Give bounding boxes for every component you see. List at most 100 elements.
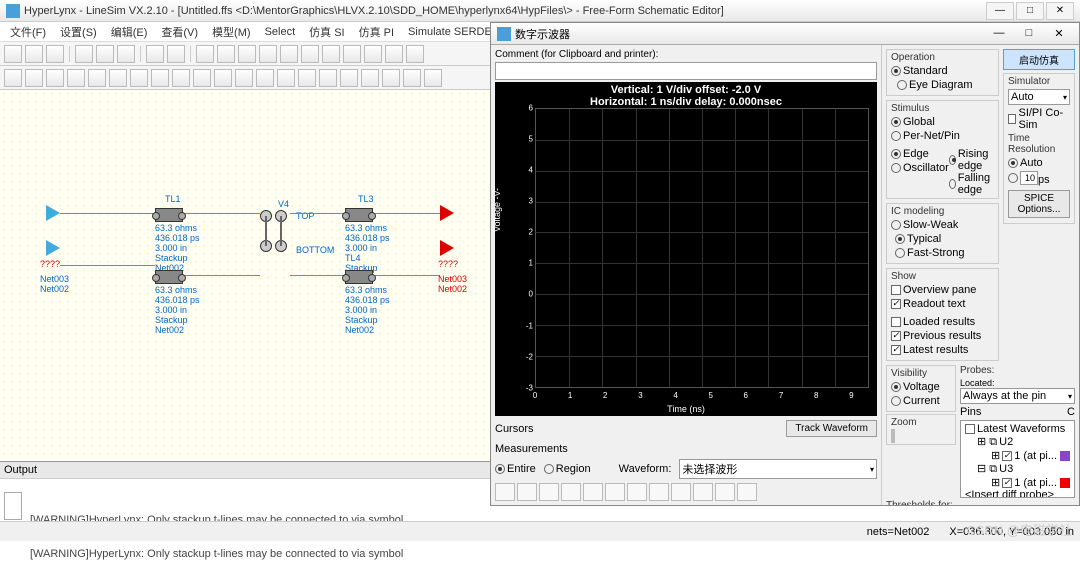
via-v4[interactable] [260, 210, 290, 255]
edge-radio[interactable]: Edge [891, 148, 929, 160]
tb-hand-icon[interactable] [424, 69, 442, 87]
tb-cut-icon[interactable] [75, 45, 93, 63]
meas-eye-icon[interactable] [693, 483, 713, 501]
meas-under-icon[interactable] [561, 483, 581, 501]
latest-check[interactable]: Latest results [891, 344, 968, 356]
tb-gnd-icon[interactable] [67, 69, 85, 87]
readout-check[interactable]: Readout text [891, 298, 965, 310]
current-radio[interactable]: Current [891, 395, 940, 407]
tb-wave-icon[interactable] [280, 45, 298, 63]
comment-input[interactable] [495, 62, 877, 80]
tb-copy-icon[interactable] [96, 45, 114, 63]
tb-tline-icon[interactable] [151, 69, 169, 87]
tb-stop-icon[interactable] [343, 45, 361, 63]
meas-high-icon[interactable] [583, 483, 603, 501]
loaded-check[interactable]: Loaded results [891, 316, 975, 328]
menu-view[interactable]: 查看(V) [155, 22, 204, 42]
scope-close-button[interactable]: ✕ [1045, 27, 1073, 40]
tb-probe-icon[interactable] [277, 69, 295, 87]
meas-freq-icon[interactable] [649, 483, 669, 501]
meas-jit-icon[interactable] [715, 483, 735, 501]
standard-radio[interactable]: Standard [891, 65, 948, 77]
tb-net-icon[interactable] [298, 69, 316, 87]
menu-select[interactable]: Select [259, 24, 302, 40]
tb-diode-icon[interactable] [235, 69, 253, 87]
tb-text-icon[interactable] [319, 69, 337, 87]
tb-via-icon[interactable] [172, 69, 190, 87]
simulator-select[interactable]: Auto [1008, 89, 1070, 105]
probe-location-select[interactable]: Always at the pin [960, 388, 1075, 404]
tb-scope-icon[interactable] [259, 45, 277, 63]
receiver-u3-icon[interactable] [440, 205, 454, 221]
oscillator-radio[interactable]: Oscillator [891, 162, 949, 174]
tb-redo-icon[interactable] [167, 45, 185, 63]
entire-radio[interactable]: Entire [495, 463, 536, 475]
run-sim-button[interactable]: 启动仿真 [1003, 49, 1075, 70]
tb-open-icon[interactable] [25, 45, 43, 63]
meas-low-icon[interactable] [605, 483, 625, 501]
tline-tl4[interactable] [345, 270, 373, 286]
tb-eye-icon[interactable] [361, 69, 379, 87]
track-waveform-button[interactable]: Track Waveform [786, 420, 877, 437]
previous-check[interactable]: Previous results [891, 330, 981, 342]
meas-over-icon[interactable] [539, 483, 559, 501]
tb-new-icon[interactable] [4, 45, 22, 63]
tb-save-icon[interactable] [46, 45, 64, 63]
minimize-button[interactable]: — [986, 2, 1014, 20]
tb-paste-icon[interactable] [117, 45, 135, 63]
tb-wire-icon[interactable] [46, 69, 64, 87]
meas-period-icon[interactable] [627, 483, 647, 501]
menu-settings[interactable]: 设置(S) [54, 22, 103, 42]
tline-tl1b[interactable] [155, 270, 183, 286]
tb-sp-icon[interactable] [382, 69, 400, 87]
tline-tl1[interactable] [155, 208, 183, 224]
tree-latest-check[interactable] [965, 424, 975, 434]
voltage-radio[interactable]: Voltage [891, 381, 940, 393]
tb-meas-icon[interactable] [340, 69, 358, 87]
scope-plot[interactable]: Vertical: 1 V/div offset: -2.0 VHorizont… [495, 82, 877, 416]
probe-tree[interactable]: Latest Waveforms ⊞ ⧉ U2 ⊞ 1 (at pi... ⊟ … [960, 420, 1075, 498]
driver-u2-icon[interactable] [46, 205, 60, 221]
menu-sim-si[interactable]: 仿真 SI [303, 22, 350, 42]
tb-play-icon[interactable] [4, 69, 22, 87]
global-radio[interactable]: Global [891, 116, 935, 128]
overview-check[interactable]: Overview pane [891, 284, 976, 296]
tb-info-icon[interactable] [385, 45, 403, 63]
meas-fall-icon[interactable] [517, 483, 537, 501]
slow-radio[interactable]: Slow-Weak [891, 219, 958, 231]
fast-radio[interactable]: Fast-Strong [895, 247, 964, 259]
zoom-rect-icon[interactable] [893, 429, 895, 443]
region-radio[interactable]: Region [544, 463, 591, 475]
tb-run-icon[interactable] [322, 45, 340, 63]
eye-diagram-radio[interactable]: Eye Diagram [897, 79, 973, 91]
tb-opts-icon[interactable] [301, 45, 319, 63]
spice-options-button[interactable]: SPICE Options... [1008, 190, 1070, 218]
rising-radio[interactable]: Rising edge [949, 148, 994, 172]
menu-file[interactable]: 文件(F) [4, 22, 52, 42]
tb-grid-icon[interactable] [238, 45, 256, 63]
meas-div-icon[interactable] [737, 483, 757, 501]
tb-ic-icon[interactable] [193, 69, 211, 87]
tb-cap-icon[interactable] [109, 69, 127, 87]
driver-u2b-icon[interactable] [46, 240, 60, 256]
tb-undo-icon[interactable] [146, 45, 164, 63]
tb-fit-icon[interactable] [217, 45, 235, 63]
falling-radio[interactable]: Falling edge [949, 172, 994, 196]
menu-model[interactable]: 模型(M) [206, 22, 257, 42]
tline-tl3[interactable] [345, 208, 373, 224]
scope-minimize-button[interactable]: — [985, 27, 1013, 40]
tb-conn-icon[interactable] [214, 69, 232, 87]
pernet-radio[interactable]: Per-Net/Pin [891, 130, 960, 142]
tb-settings-icon[interactable] [406, 45, 424, 63]
time-val-radio[interactable]: 10 [1008, 171, 1038, 185]
maximize-button[interactable]: □ [1016, 2, 1044, 20]
tb-bead-icon[interactable] [256, 69, 274, 87]
tb-ind-icon[interactable] [130, 69, 148, 87]
cosim-check[interactable]: SI/PI Co-Sim [1008, 107, 1070, 131]
waveform-select[interactable]: 未选择波形 [679, 459, 877, 479]
typical-radio[interactable]: Typical [895, 233, 941, 245]
meas-delay-icon[interactable] [671, 483, 691, 501]
time-auto-radio[interactable]: Auto [1008, 157, 1043, 169]
menu-edit[interactable]: 编辑(E) [105, 22, 154, 42]
close-button[interactable]: ✕ [1046, 2, 1074, 20]
